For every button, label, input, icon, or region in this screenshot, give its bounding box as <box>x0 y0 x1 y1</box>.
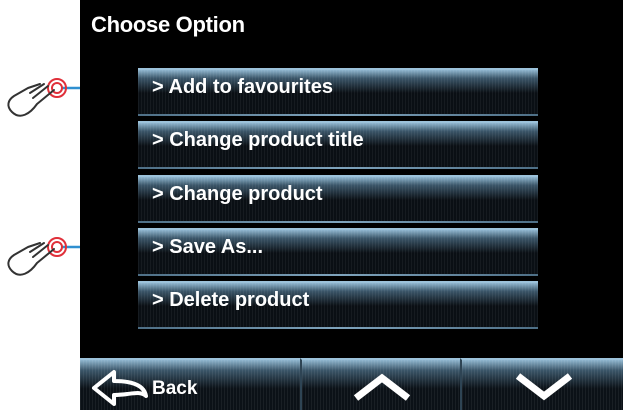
menu-item-label: > Change product title <box>152 129 364 151</box>
footer-bar: Back <box>80 358 623 410</box>
menu-item-label: > Save As... <box>152 236 263 258</box>
back-arrow-icon <box>92 370 148 406</box>
menu-item-label: > Change product <box>152 183 323 205</box>
menu-item-add-to-favourites[interactable]: > Add to favourites <box>138 68 538 116</box>
menu-item-delete-product[interactable]: > Delete product <box>138 281 538 329</box>
scroll-down-button[interactable] <box>460 358 623 410</box>
back-label: Back <box>152 378 198 399</box>
back-button[interactable]: Back <box>80 358 300 410</box>
scroll-up-button[interactable] <box>300 358 462 410</box>
menu-item-label: > Add to favourites <box>152 76 333 98</box>
menu-item-label: > Delete product <box>152 289 310 311</box>
menu-item-change-product-title[interactable]: > Change product title <box>138 121 538 169</box>
chevron-up-icon <box>353 373 411 401</box>
tap-hand-icon <box>7 237 67 276</box>
menu-item-change-product[interactable]: > Change product <box>138 175 538 223</box>
tap-hand-icon <box>7 78 67 117</box>
screen-title: Choose Option <box>91 12 245 37</box>
menu-item-save-as[interactable]: > Save As... <box>138 228 538 276</box>
device-screen: Choose Option > Add to favourites > Chan… <box>80 0 623 410</box>
chevron-down-icon <box>515 373 572 401</box>
